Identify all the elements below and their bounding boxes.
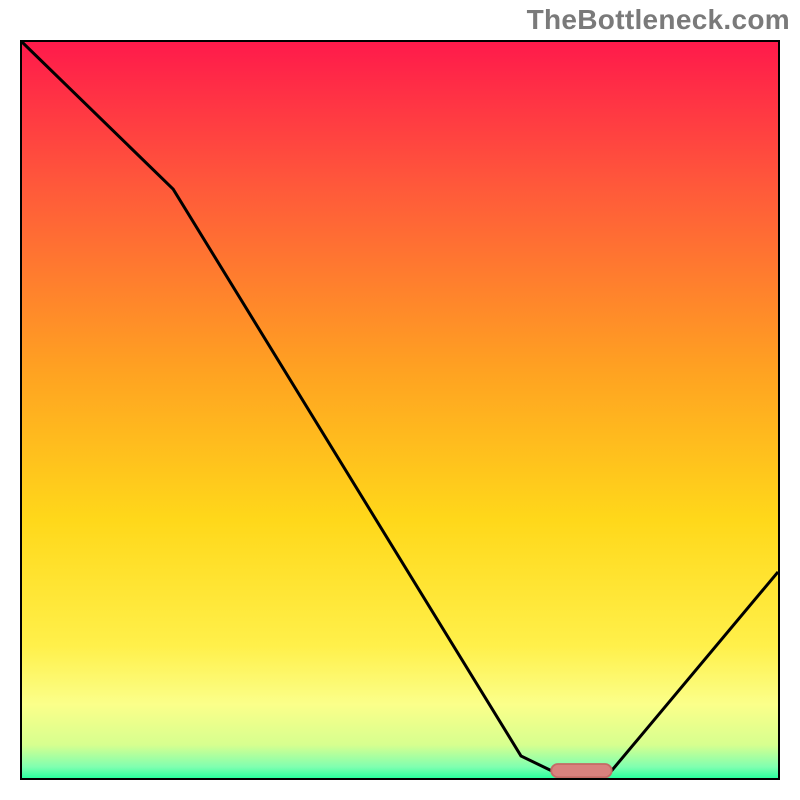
optimum-marker (551, 764, 611, 777)
chart-stage: TheBottleneck.com (0, 0, 800, 800)
plot-area (20, 40, 780, 780)
watermark-text: TheBottleneck.com (527, 4, 790, 36)
gradient-plot-svg (22, 42, 778, 778)
